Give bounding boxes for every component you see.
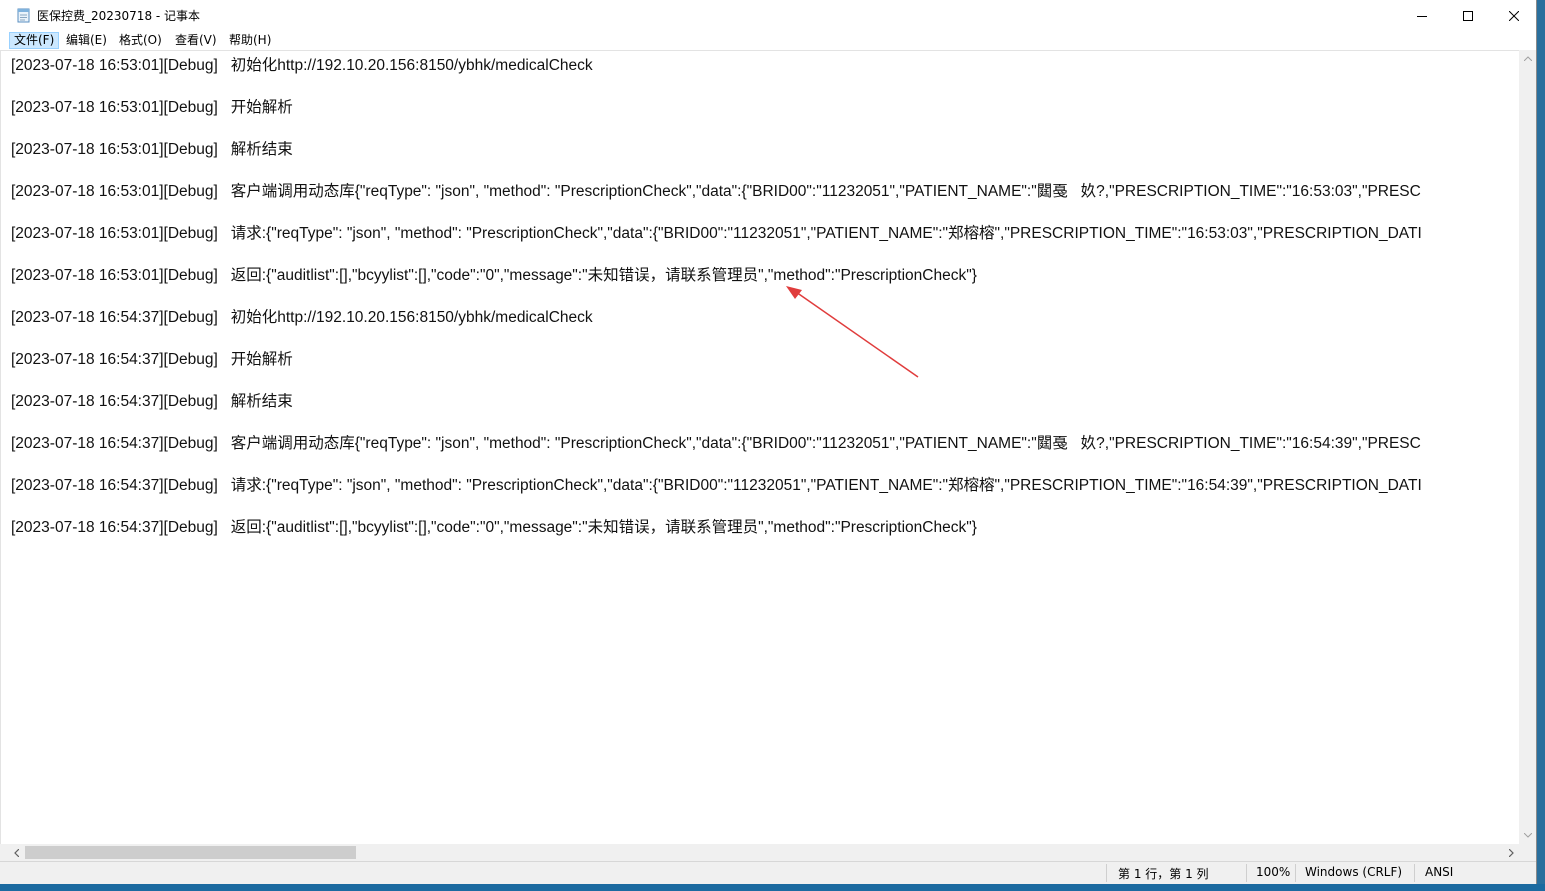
log-line: [2023-07-18 16:53:01][Debug] 客户端调用动态库{"r… xyxy=(11,183,1421,200)
scroll-right-button[interactable] xyxy=(1503,844,1520,861)
log-line: [2023-07-18 16:54:37][Debug] 返回:{"auditl… xyxy=(11,519,977,536)
status-divider xyxy=(1106,864,1107,882)
log-line: [2023-07-18 16:53:01][Debug] 请求:{"reqTyp… xyxy=(11,225,1422,242)
window-title: 医保控费_20230718 - 记事本 xyxy=(37,9,201,23)
menu-view[interactable]: 查看(V) xyxy=(171,32,221,49)
status-divider xyxy=(1414,864,1415,882)
maximize-button[interactable] xyxy=(1445,0,1491,31)
log-line: [2023-07-18 16:54:37][Debug] 初始化http://1… xyxy=(11,309,593,326)
line-ending: Windows (CRLF) xyxy=(1305,865,1403,879)
menu-edit[interactable]: 编辑(E) xyxy=(62,32,111,49)
chevron-left-icon xyxy=(14,848,19,857)
text-editor[interactable]: [2023-07-18 16:53:01][Debug] 初始化http://1… xyxy=(0,50,1519,844)
zoom-level: 100% xyxy=(1256,865,1291,879)
scrollbar-corner xyxy=(1519,844,1536,861)
notepad-window: 医保控费_20230718 - 记事本 文件(F) 编辑(E) 格式(O) 查看… xyxy=(0,0,1537,884)
desktop-background-bottom xyxy=(0,884,1545,891)
menu-format[interactable]: 格式(O) xyxy=(115,32,166,49)
status-bar: 第 1 行，第 1 列 100% Windows (CRLF) ANSI xyxy=(0,861,1536,884)
log-line: [2023-07-18 16:54:37][Debug] 解析结束 xyxy=(11,393,293,410)
title-bar[interactable]: 医保控费_20230718 - 记事本 xyxy=(0,0,1536,31)
cursor-position: 第 1 行，第 1 列 xyxy=(1118,867,1209,881)
log-line: [2023-07-18 16:54:37][Debug] 开始解析 xyxy=(11,351,293,368)
log-line: [2023-07-18 16:53:01][Debug] 解析结束 xyxy=(11,141,293,158)
log-line: [2023-07-18 16:54:37][Debug] 客户端调用动态库{"r… xyxy=(11,435,1421,452)
log-line: [2023-07-18 16:53:01][Debug] 初始化http://1… xyxy=(11,57,593,74)
scroll-up-button[interactable] xyxy=(1519,50,1536,67)
log-line: [2023-07-18 16:53:01][Debug] 返回:{"auditl… xyxy=(11,267,977,284)
log-line: [2023-07-18 16:53:01][Debug] 开始解析 xyxy=(11,99,293,116)
chevron-right-icon xyxy=(1509,848,1514,857)
menu-file[interactable]: 文件(F) xyxy=(9,32,60,49)
minimize-icon xyxy=(1417,15,1427,17)
status-divider xyxy=(1246,864,1247,882)
minimize-button[interactable] xyxy=(1399,0,1445,31)
horizontal-scrollbar[interactable] xyxy=(0,844,1519,861)
menu-bar: 文件(F) 编辑(E) 格式(O) 查看(V) 帮助(H) xyxy=(0,31,1536,50)
close-button[interactable] xyxy=(1491,0,1537,31)
log-line: [2023-07-18 16:54:37][Debug] 请求:{"reqTyp… xyxy=(11,477,1422,494)
maximize-icon xyxy=(1463,10,1473,21)
close-icon xyxy=(1509,10,1519,21)
scroll-down-button[interactable] xyxy=(1519,827,1536,844)
vertical-scrollbar[interactable] xyxy=(1519,50,1536,844)
menu-help[interactable]: 帮助(H) xyxy=(225,32,275,49)
status-divider xyxy=(1295,864,1296,882)
scroll-left-button[interactable] xyxy=(8,844,25,861)
chevron-up-icon xyxy=(1523,56,1532,61)
encoding: ANSI xyxy=(1425,865,1454,879)
chevron-down-icon xyxy=(1523,833,1532,838)
notepad-icon xyxy=(17,8,30,23)
desktop-background-right xyxy=(1537,0,1545,891)
horizontal-scroll-thumb[interactable] xyxy=(25,846,356,859)
